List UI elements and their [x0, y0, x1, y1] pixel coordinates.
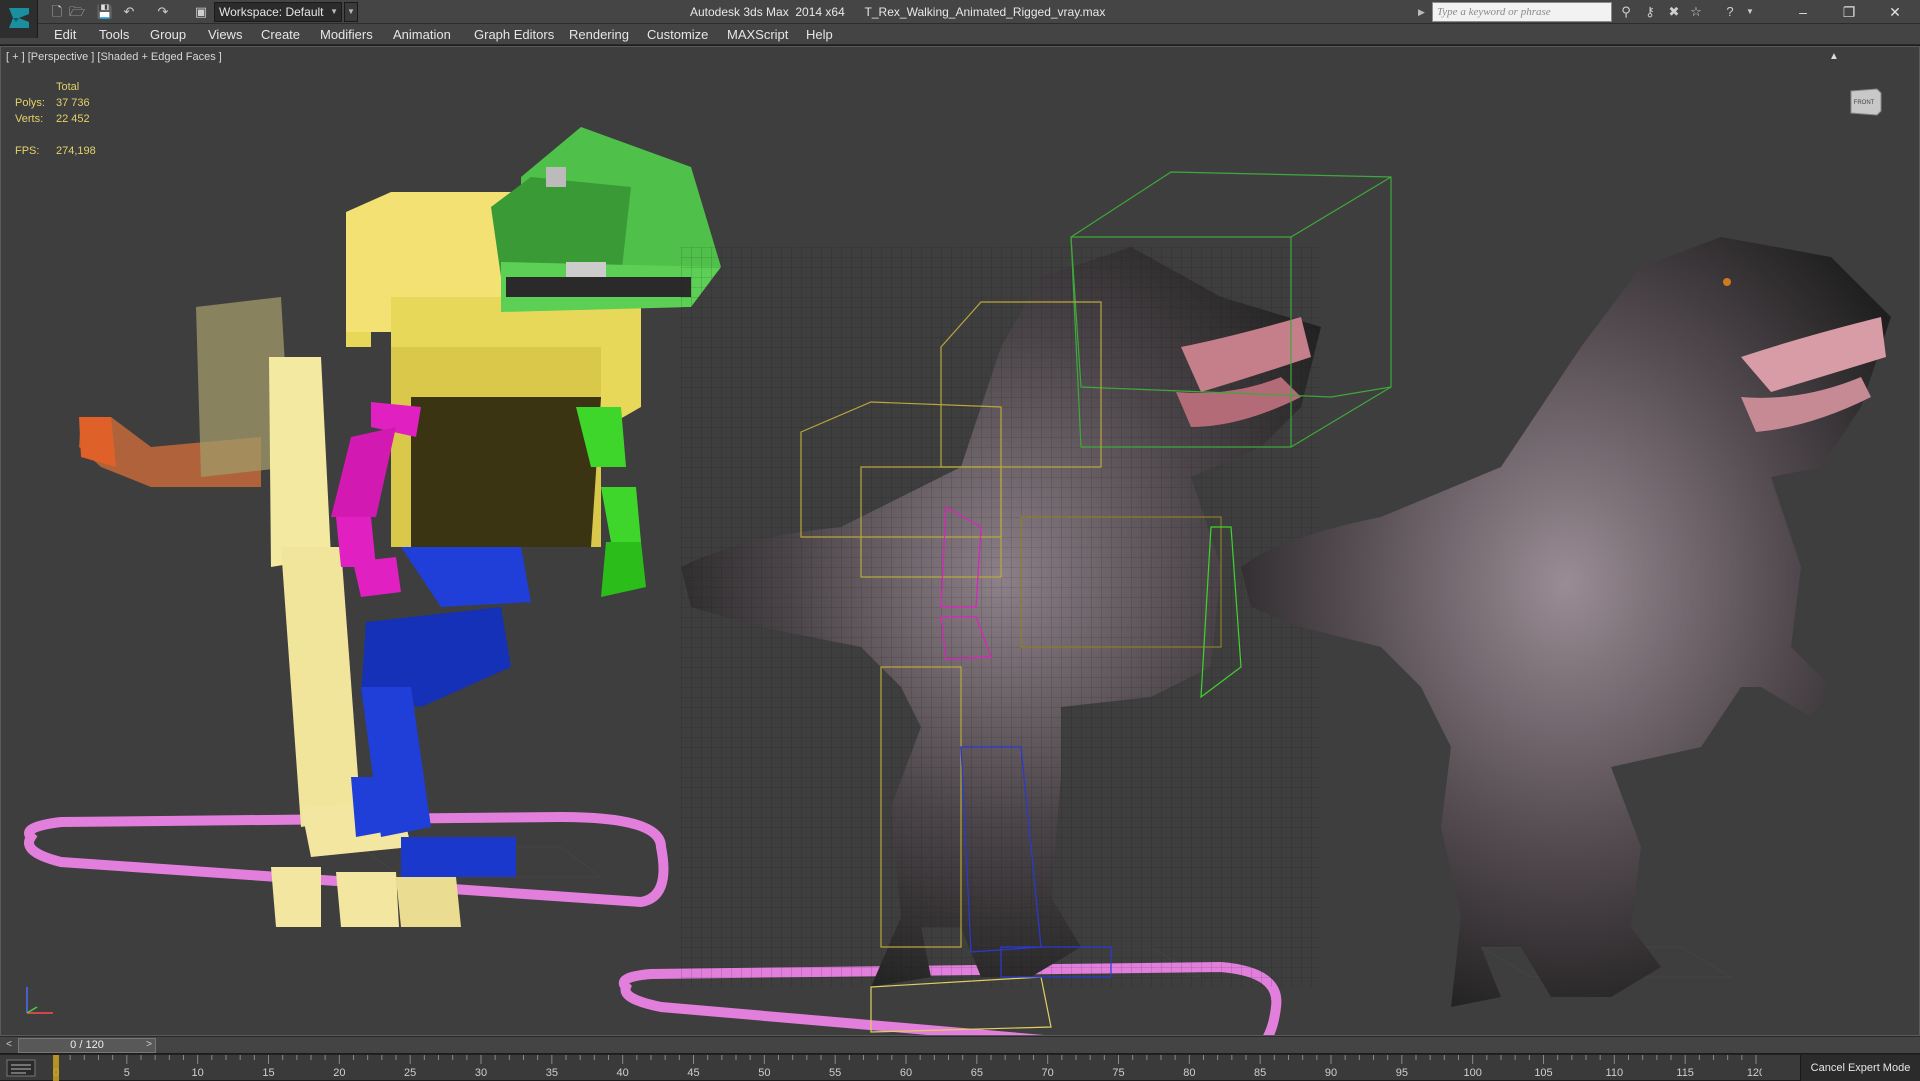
menu-bar: Edit Tools Group Views Create Modifiers …: [0, 24, 1920, 45]
time-slider[interactable]: < 0 / 120 >: [0, 1036, 1920, 1053]
fps-value: 274,198: [56, 145, 96, 157]
viewport-label[interactable]: [ + ] [Perspective ] [Shaded + Edged Fac…: [6, 51, 222, 63]
menu-animation[interactable]: Animation: [393, 24, 451, 45]
search-input[interactable]: Type a keyword or phrase: [1432, 2, 1612, 22]
frame-tick-label: 115: [1676, 1067, 1694, 1079]
exchange-icon[interactable]: ✖: [1664, 3, 1684, 21]
frame-tick-label: 30: [475, 1067, 487, 1079]
frame-tick-label: 70: [1042, 1067, 1054, 1079]
frame-ruler[interactable]: 0510152025303540455055606570758085909510…: [50, 1055, 1762, 1081]
verts-label: Verts:: [15, 113, 44, 125]
current-frame-marker[interactable]: [53, 1055, 59, 1081]
frame-tick-label: 20: [333, 1067, 345, 1079]
perspective-viewport[interactable]: [ + ] [Perspective ] [Shaded + Edged Fac…: [0, 46, 1920, 1036]
track-bar: 0510152025303540455055606570758085909510…: [0, 1054, 1920, 1081]
restore-button[interactable]: ❐: [1826, 0, 1872, 24]
axis-tripod-icon: [26, 987, 53, 1014]
help-icon[interactable]: ?: [1720, 3, 1740, 21]
viewcube-icon[interactable]: FRONT: [1847, 85, 1883, 117]
frame-tick-label: 95: [1396, 1067, 1408, 1079]
help-dropdown-icon[interactable]: ▼: [1740, 3, 1760, 21]
application-menu-button[interactable]: [0, 0, 38, 38]
cancel-expert-mode-button[interactable]: Cancel Expert Mode: [1800, 1055, 1920, 1081]
menu-tools[interactable]: Tools: [99, 24, 129, 45]
project-folder-icon[interactable]: ▣: [192, 3, 210, 21]
verts-value: 22 452: [56, 113, 90, 125]
viewcube-label: FRONT: [1854, 100, 1875, 106]
menu-views[interactable]: Views: [208, 24, 242, 45]
key-icon[interactable]: ⚷: [1640, 3, 1660, 21]
search-expand-icon[interactable]: ▶: [1418, 4, 1428, 20]
binoculars-icon[interactable]: ⚲: [1616, 3, 1636, 21]
trex-rendered[interactable]: [1241, 237, 1891, 1007]
frame-tick-label: 40: [617, 1067, 629, 1079]
frame-tick-label: 80: [1183, 1067, 1195, 1079]
frame-tick-label: 60: [900, 1067, 912, 1079]
menu-modifiers[interactable]: Modifiers: [320, 24, 373, 45]
mini-curve-editor-icon[interactable]: [6, 1059, 36, 1077]
frame-tick-label: 25: [404, 1067, 416, 1079]
frame-tick-label: 55: [829, 1067, 841, 1079]
viewport-scene[interactable]: [1, 47, 1920, 1036]
new-file-icon[interactable]: 🗋: [48, 3, 66, 21]
frame-tick-label: 105: [1534, 1067, 1552, 1079]
frame-tick-label: 65: [971, 1067, 983, 1079]
frame-tick-label: 100: [1463, 1067, 1481, 1079]
title-bar: 🗋 🗁 💾 ↶ ↷ ▣ Workspace: Default ▼ ▼ Autod…: [0, 0, 1920, 38]
workspace-dropdown[interactable]: Workspace: Default ▼: [214, 2, 342, 22]
polys-label: Polys:: [15, 97, 45, 109]
time-slider-next-button[interactable]: >: [142, 1038, 156, 1052]
frame-tick-label: 85: [1254, 1067, 1266, 1079]
menu-group[interactable]: Group: [150, 24, 186, 45]
redo-icon[interactable]: ↷: [154, 3, 172, 21]
star-icon[interactable]: ☆: [1686, 3, 1706, 21]
frame-tick-label: 120: [1747, 1067, 1762, 1079]
menu-customize[interactable]: Customize: [647, 24, 708, 45]
time-slider-thumb[interactable]: 0 / 120: [18, 1038, 156, 1053]
frame-tick-label: 45: [687, 1067, 699, 1079]
polys-value: 37 736: [56, 97, 90, 109]
frame-tick-label: 110: [1606, 1067, 1624, 1079]
fps-label: FPS:: [15, 145, 40, 157]
frame-tick-label: 10: [192, 1067, 204, 1079]
frame-tick-label: 75: [1112, 1067, 1124, 1079]
undo-icon[interactable]: ↶: [120, 3, 138, 21]
frame-tick-label: 5: [124, 1067, 130, 1079]
lock-icon[interactable]: ▲: [1829, 51, 1839, 62]
cat-rig-skeleton[interactable]: [24, 127, 721, 927]
window-title: Autodesk 3ds Max 2014 x64 T_Rex_Walking_…: [690, 5, 1106, 19]
close-button[interactable]: ✕: [1872, 0, 1918, 24]
menu-help[interactable]: Help: [806, 24, 833, 45]
chevron-down-icon: ▼: [330, 7, 338, 16]
menu-graph-editors[interactable]: Graph Editors: [474, 24, 554, 45]
menu-rendering[interactable]: Rendering: [569, 24, 629, 45]
menu-edit[interactable]: Edit: [54, 24, 76, 45]
minimize-button[interactable]: –: [1780, 0, 1826, 24]
frame-tick-label: 50: [758, 1067, 770, 1079]
stats-header: Total: [56, 81, 80, 93]
save-icon[interactable]: 💾: [96, 3, 114, 21]
menu-maxscript[interactable]: MAXScript: [727, 24, 788, 45]
frame-tick-label: 35: [546, 1067, 558, 1079]
time-slider-prev-button[interactable]: <: [2, 1038, 16, 1052]
frame-tick-label: 15: [262, 1067, 274, 1079]
workspace-expand-button[interactable]: ▼: [344, 2, 358, 22]
workspace-label: Workspace: Default: [219, 5, 324, 19]
frame-tick-label: 90: [1325, 1067, 1337, 1079]
open-file-icon[interactable]: 🗁: [68, 3, 86, 21]
menu-create[interactable]: Create: [261, 24, 300, 45]
3dsmax-logo-icon: [9, 8, 29, 28]
